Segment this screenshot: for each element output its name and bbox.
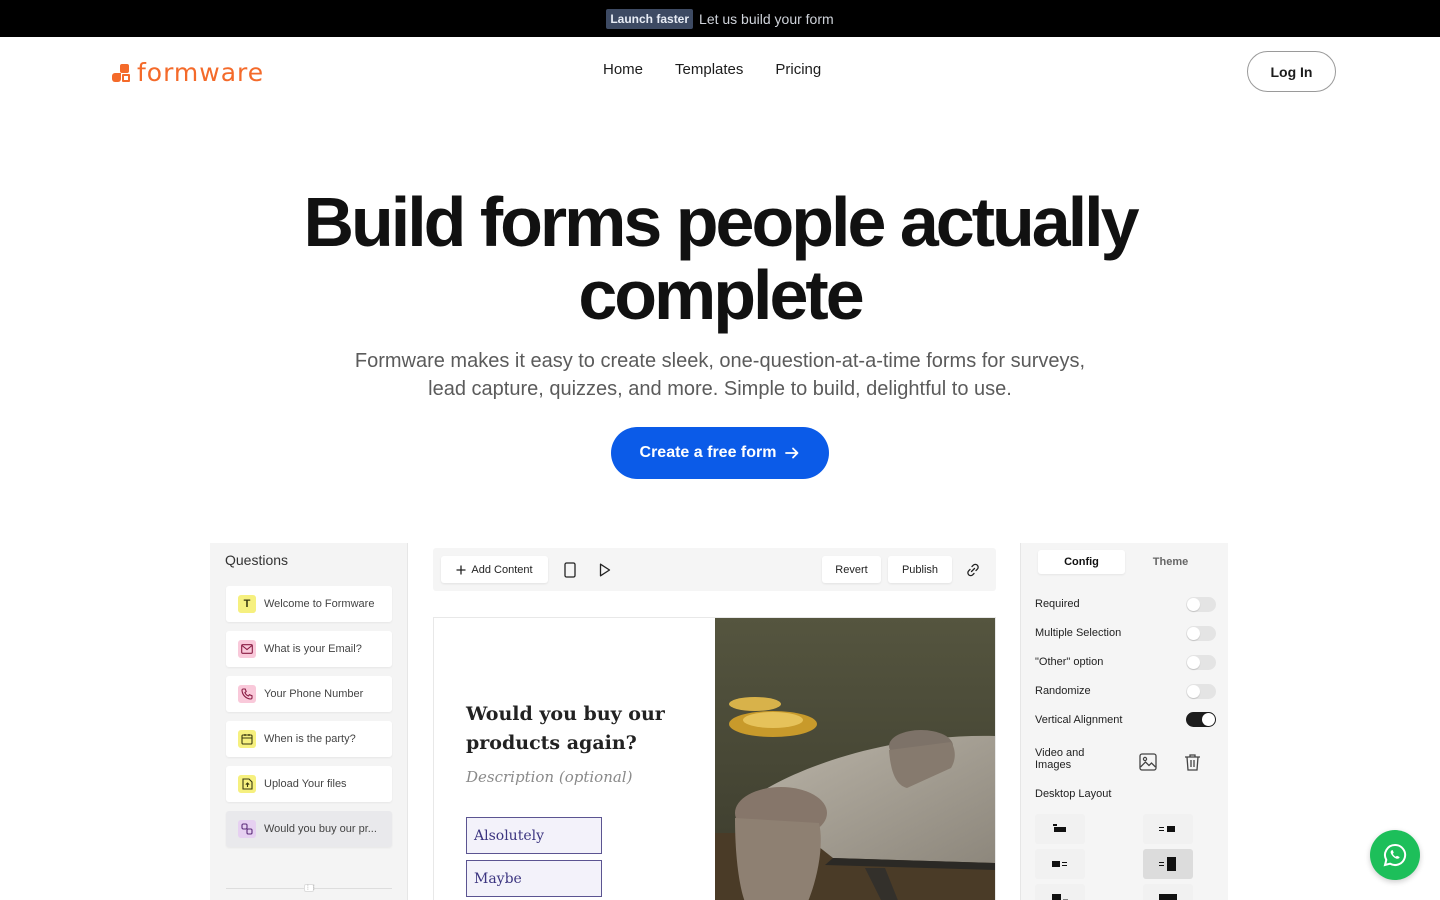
hero-subtitle-line1: Formware makes it easy to create sleek, …: [354, 350, 1086, 372]
media-label: Video and Images: [1035, 747, 1084, 771]
whatsapp-icon: [1383, 843, 1407, 867]
upload-icon: [238, 775, 256, 793]
config-panel: Config Theme Required Multiple Selection…: [1020, 543, 1228, 900]
multiple-selection-toggle[interactable]: [1186, 626, 1216, 641]
question-item[interactable]: Your Phone Number: [226, 676, 392, 712]
setting-label: Vertical Alignment: [1035, 714, 1123, 726]
questions-title: Questions: [225, 552, 289, 568]
dining-table-image: [715, 618, 995, 900]
nav-home[interactable]: Home: [603, 61, 643, 78]
main-nav: Home Templates Pricing: [603, 61, 821, 78]
layout-option-icon[interactable]: [1035, 814, 1085, 844]
preview-option[interactable]: Alsolutely: [466, 817, 602, 854]
preview-question-line2: products again?: [466, 732, 637, 754]
vertical-alignment-toggle[interactable]: [1186, 712, 1216, 727]
revert-button[interactable]: Revert: [822, 556, 881, 583]
nav-templates[interactable]: Templates: [675, 61, 743, 78]
required-toggle[interactable]: [1186, 597, 1216, 612]
mobile-preview-icon[interactable]: [560, 560, 580, 580]
hero-title-line1: Build forms people actually: [303, 183, 1139, 261]
login-button[interactable]: Log In: [1247, 51, 1336, 92]
text-icon: T: [238, 595, 256, 613]
hero-title-line2: complete: [578, 256, 864, 334]
mail-icon: [238, 640, 256, 658]
logo-mark-icon: [112, 62, 132, 84]
add-content-button[interactable]: Add Content: [441, 556, 548, 583]
drag-handle-icon[interactable]: ⋮⋮: [304, 884, 317, 892]
randomize-toggle[interactable]: [1186, 684, 1216, 699]
layout-option-icon[interactable]: [1035, 884, 1085, 900]
other-option-toggle[interactable]: [1186, 655, 1216, 670]
announcement-bar[interactable]: Launch faster Let us build your form: [0, 0, 1440, 37]
question-item[interactable]: When is the party?: [226, 721, 392, 757]
tab-config[interactable]: Config: [1038, 550, 1125, 574]
calendar-icon: [238, 730, 256, 748]
config-tabs: Config Theme: [1036, 550, 1216, 574]
question-label: What is your Email?: [264, 643, 362, 655]
layout-option-icon[interactable]: [1143, 884, 1193, 900]
media-label-line1: Video and: [1035, 747, 1085, 759]
preview-description[interactable]: Description (optional): [466, 768, 632, 786]
editor-toolbar: Add Content Revert Publish: [433, 548, 996, 591]
whatsapp-chat-button[interactable]: [1370, 830, 1420, 880]
arrow-right-icon: [785, 447, 799, 459]
question-label: Would you buy our pr...: [264, 823, 377, 835]
question-item[interactable]: What is your Email?: [226, 631, 392, 667]
trash-icon[interactable]: [1184, 753, 1201, 776]
layout-option-icon[interactable]: [1035, 849, 1085, 879]
hero-title: Build forms people actually complete: [220, 186, 1220, 332]
link-icon[interactable]: [963, 560, 983, 580]
image-icon[interactable]: [1139, 753, 1157, 776]
form-preview: Would you buy our products again? Descri…: [433, 617, 996, 900]
question-label: When is the party?: [264, 733, 356, 745]
layout-option-icon[interactable]: [1143, 814, 1193, 844]
preview-option[interactable]: Maybe: [466, 860, 602, 897]
question-item-active[interactable]: Would you buy our pr...: [226, 811, 392, 847]
setting-label: Randomize: [1035, 685, 1091, 697]
media-label-line2: Images: [1035, 759, 1072, 771]
announcement-badge: Launch faster: [606, 8, 694, 29]
hero-subtitle: Formware makes it easy to create sleek, …: [320, 347, 1120, 403]
add-content-label: Add Content: [471, 563, 533, 576]
hero-subtitle-line2: lead capture, quizzes, and more. Simple …: [428, 378, 1012, 400]
setting-label: "Other" option: [1035, 656, 1104, 668]
questions-panel: Questions T Welcome to Formware What is …: [210, 543, 408, 900]
layout-option-selected-icon[interactable]: [1143, 849, 1193, 879]
create-form-label: Create a free form: [639, 444, 777, 461]
publish-button[interactable]: Publish: [888, 556, 952, 583]
tab-theme[interactable]: Theme: [1127, 550, 1214, 574]
question-label: Your Phone Number: [264, 688, 364, 700]
nav-pricing[interactable]: Pricing: [775, 61, 821, 78]
desktop-layout-label: Desktop Layout: [1035, 788, 1112, 800]
phone-icon: [238, 685, 256, 703]
question-label: Welcome to Formware: [264, 598, 375, 610]
create-form-button[interactable]: Create a free form: [611, 427, 829, 479]
question-label: Upload Your files: [264, 778, 347, 790]
preview-question[interactable]: Would you buy our products again?: [466, 700, 696, 758]
announcement-message[interactable]: Let us build your form: [699, 11, 834, 27]
setting-label: Required: [1035, 598, 1080, 610]
choice-icon: [238, 820, 256, 838]
play-icon[interactable]: [595, 560, 615, 580]
question-item[interactable]: Upload Your files: [226, 766, 392, 802]
plus-icon: [456, 565, 466, 574]
brand-name: formware: [137, 58, 265, 87]
question-item[interactable]: T Welcome to Formware: [226, 586, 392, 622]
preview-question-line1: Would you buy our: [466, 703, 665, 725]
brand-logo[interactable]: formware: [112, 58, 264, 87]
setting-label: Multiple Selection: [1035, 627, 1122, 639]
